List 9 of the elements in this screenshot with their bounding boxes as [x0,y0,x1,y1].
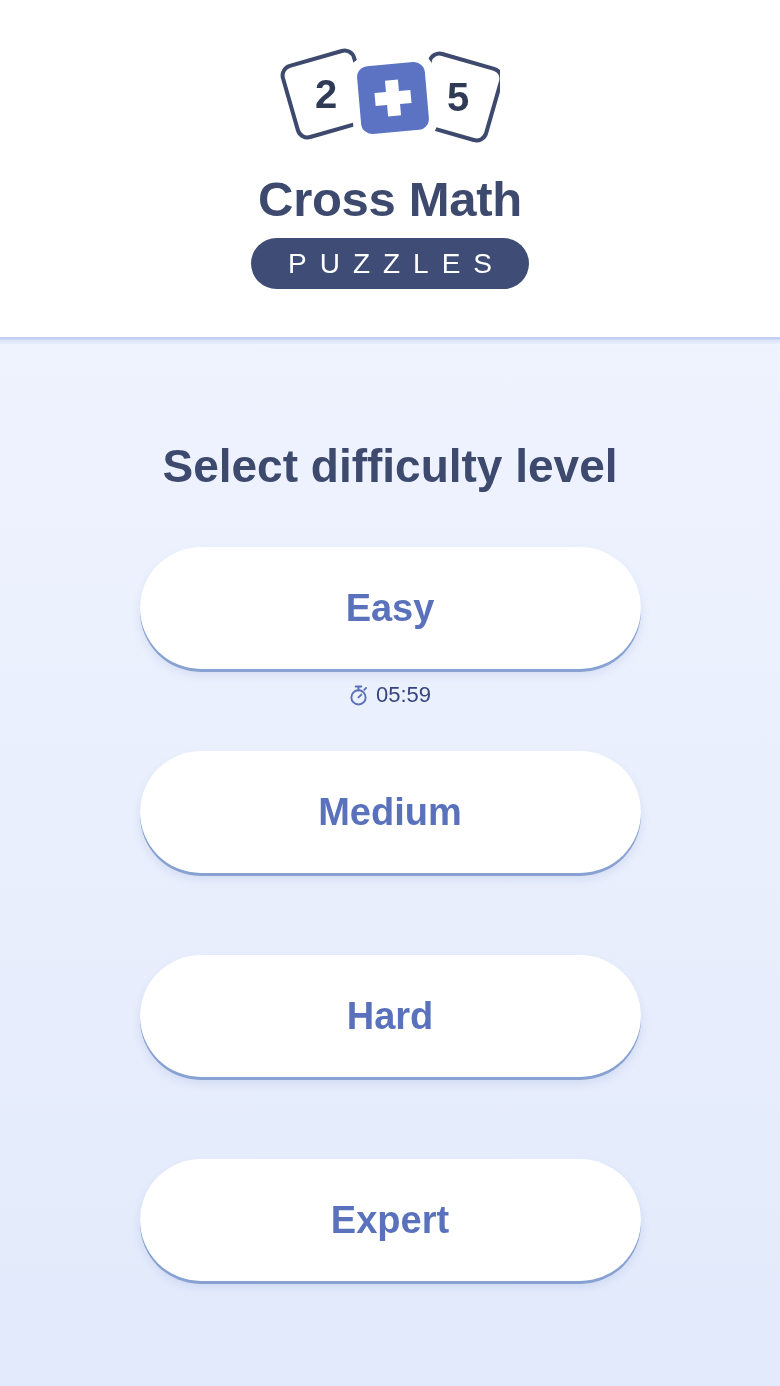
subtitle-badge: PUZZLES [251,238,529,289]
difficulty-button[interactable]: Easy [139,547,641,669]
stopwatch-icon [348,684,368,706]
plus-icon [356,61,430,135]
time-label: 05:59 [375,684,432,706]
difficulty-button[interactable]: Hard [139,955,641,1077]
app-title: Cross Math [258,175,522,224]
difficulty-button[interactable]: Medium [139,751,641,873]
difficulty-button[interactable]: Expert [139,1159,641,1281]
